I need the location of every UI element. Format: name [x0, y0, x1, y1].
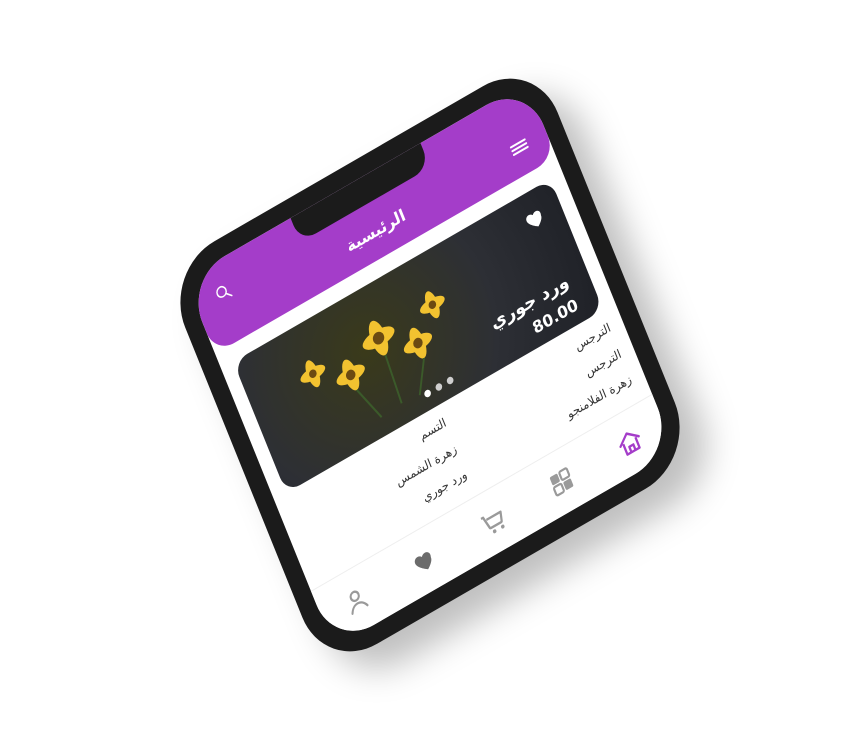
mockup-stage: الرئيسية ورد جوري 80.00 التسم الترجس زهر…: [0, 0, 844, 732]
home-icon[interactable]: [612, 422, 647, 462]
app-screen: الرئيسية ورد جوري 80.00 التسم الترجس زهر…: [184, 82, 676, 648]
heart-icon[interactable]: [408, 541, 443, 581]
cart-icon[interactable]: [476, 501, 511, 541]
grid-icon[interactable]: [544, 462, 579, 502]
favorite-heart-icon[interactable]: [522, 203, 551, 238]
phone-mockup: الرئيسية ورد جوري 80.00 التسم الترجس زهر…: [162, 56, 698, 674]
user-icon[interactable]: [339, 580, 374, 620]
